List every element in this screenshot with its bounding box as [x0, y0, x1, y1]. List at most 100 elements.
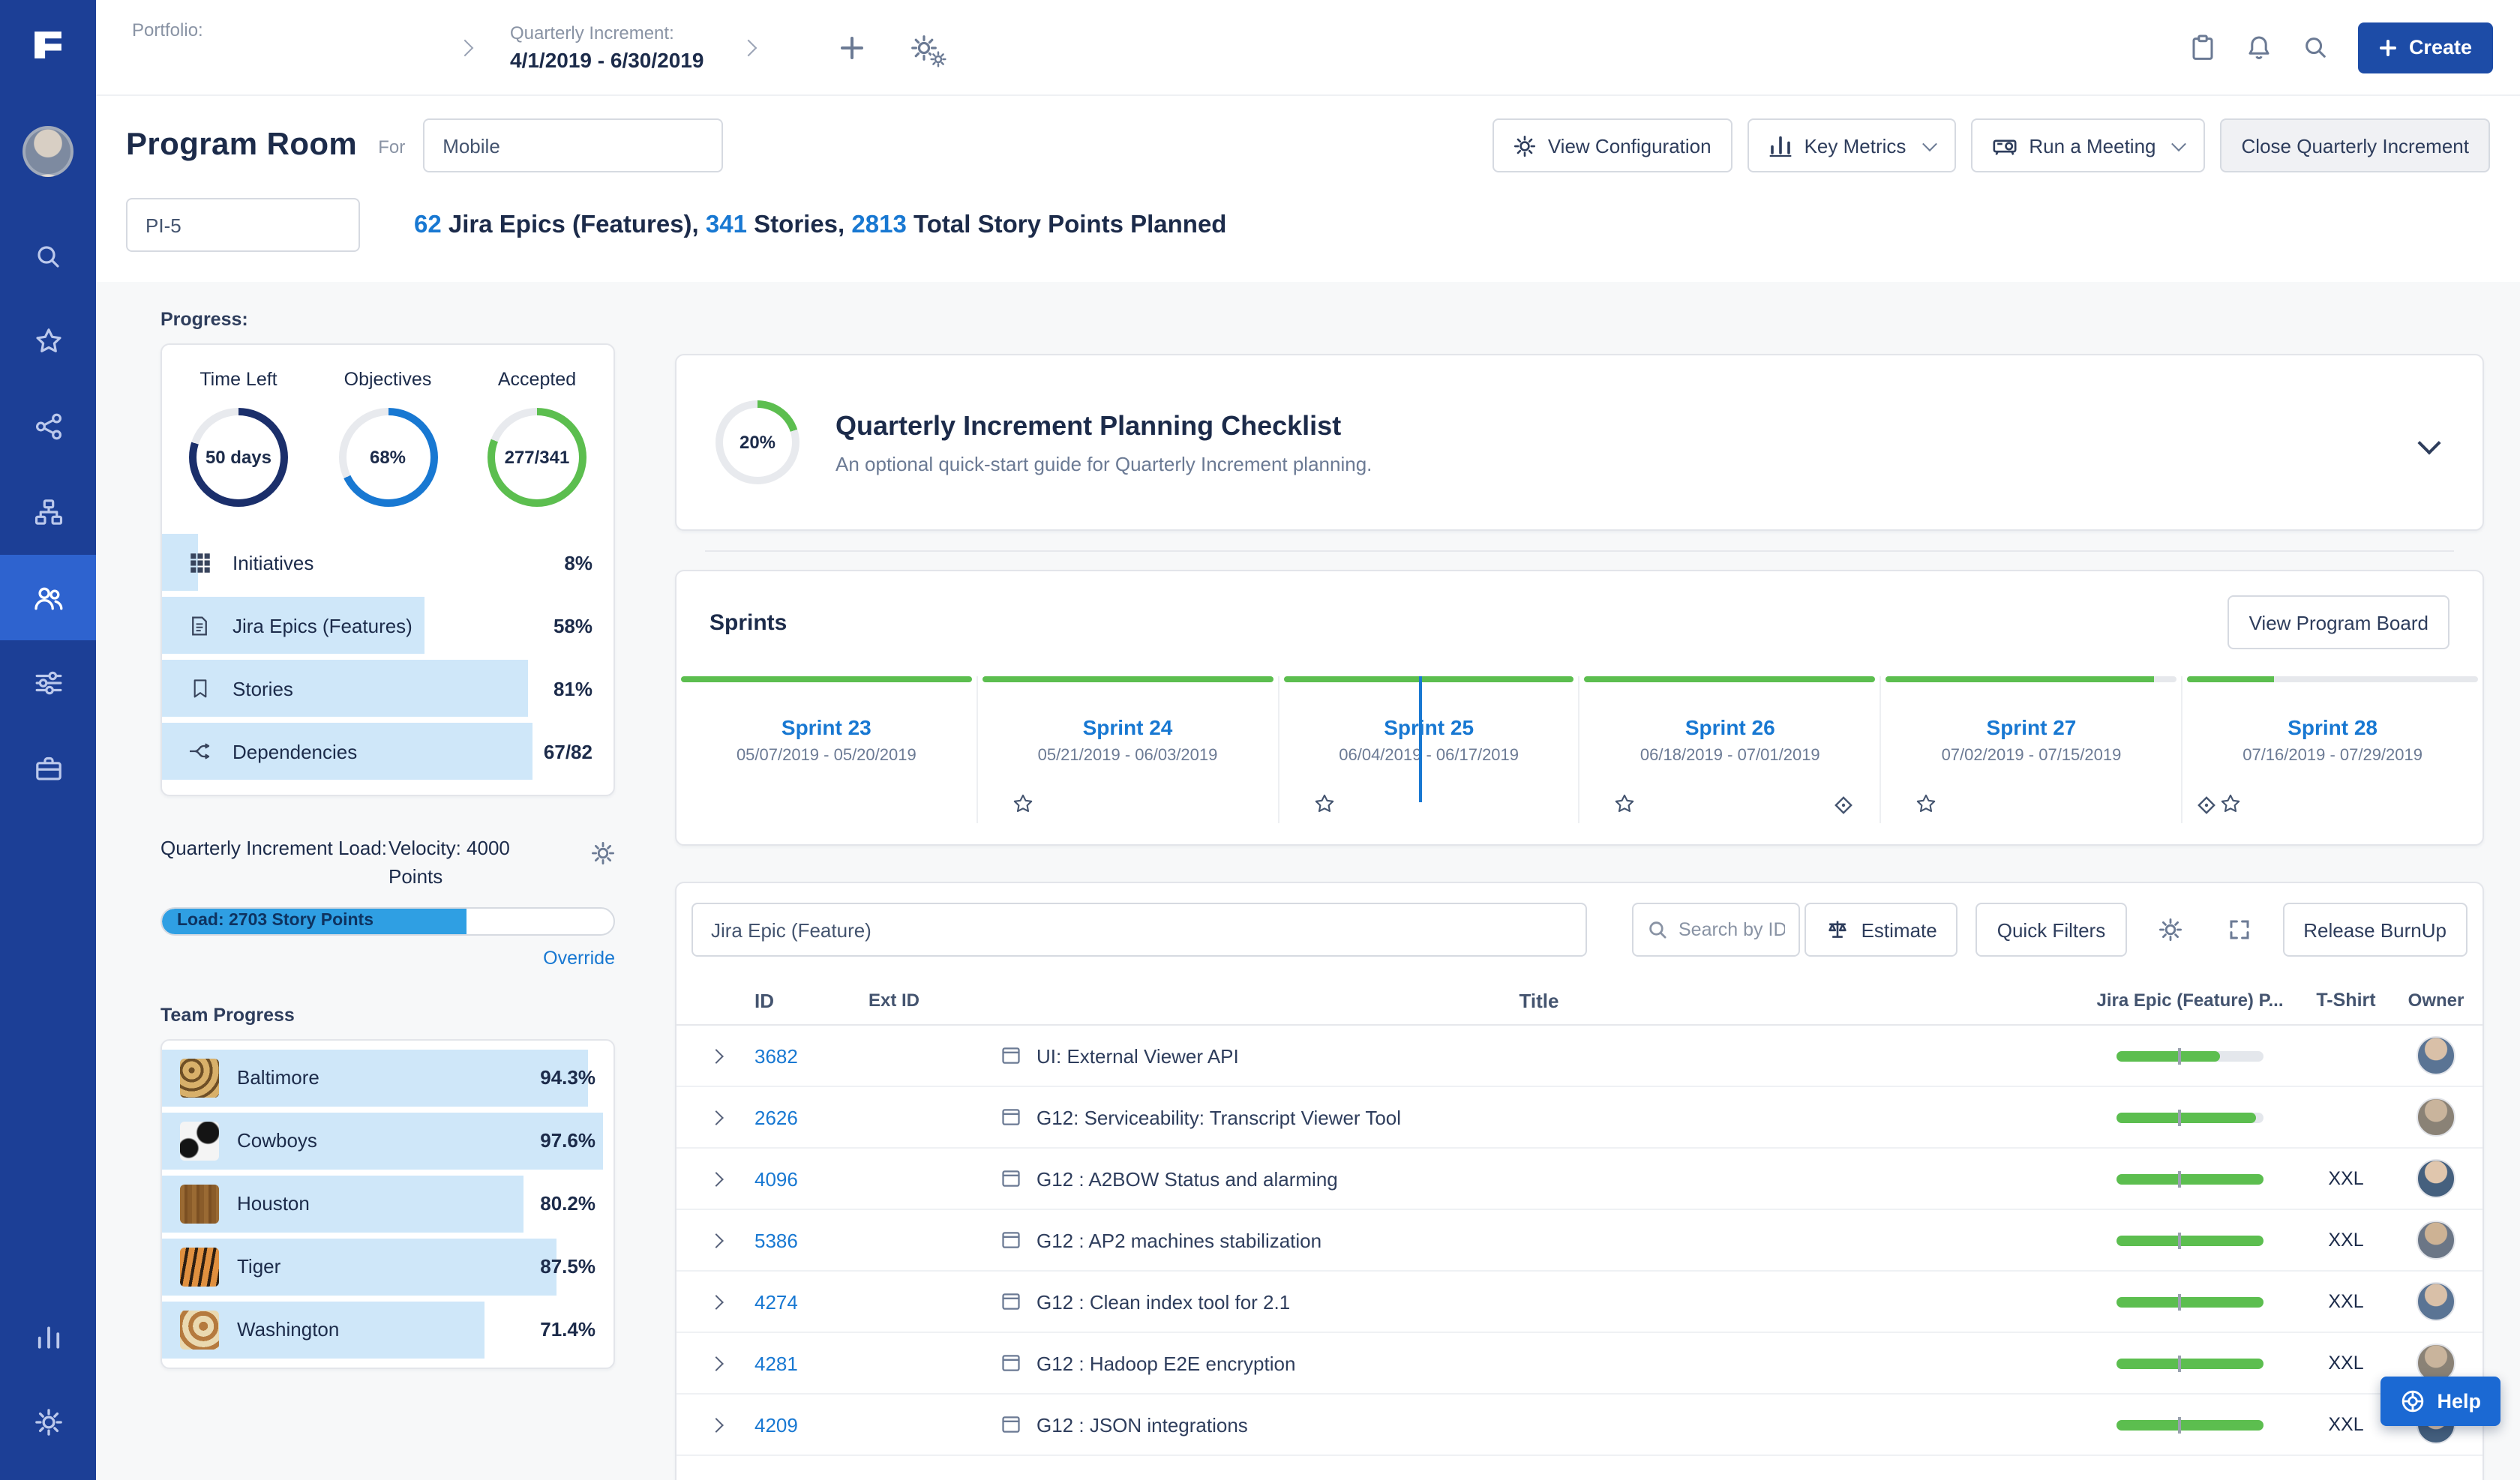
progress-tick-marker	[2178, 1416, 2182, 1433]
star-icon[interactable]	[1916, 793, 1937, 814]
planning-checklist-card[interactable]: 20% Quarterly Increment Planning Checkli…	[675, 354, 2484, 531]
create-button[interactable]: Create	[2357, 22, 2493, 73]
star-icon[interactable]	[1012, 793, 1034, 814]
close-quarterly-increment-button[interactable]: Close Quarterly Increment	[2220, 118, 2490, 172]
owner-avatar[interactable]	[2416, 1221, 2456, 1260]
star-icon[interactable]	[1615, 793, 1636, 814]
view-program-board-label: View Program Board	[2248, 611, 2428, 634]
program-selector[interactable]: Mobile	[423, 118, 724, 172]
sidebar-item-configure[interactable]	[0, 640, 96, 726]
planning-summary: 62 Jira Epics (Features), 341 Stories, 2…	[414, 211, 1226, 239]
star-icon[interactable]	[1313, 793, 1334, 814]
card-icon	[1000, 1045, 1022, 1066]
expand-chevron-icon[interactable]	[708, 1294, 723, 1309]
table-body: 3682 UI: External Viewer API 2626 G12: Serv…	[676, 1026, 2482, 1456]
epic-id-link[interactable]: 3682	[754, 1044, 868, 1067]
expand-chevron-icon[interactable]	[708, 1048, 723, 1063]
expand-chevron-icon[interactable]	[708, 1417, 723, 1432]
quarterly-increment-selector[interactable]: Quarterly Increment: 4/1/2019 - 6/30/201…	[510, 22, 704, 72]
progress-row[interactable]: Initiatives 8%	[162, 531, 614, 594]
progress-row[interactable]: Stories 81%	[162, 657, 614, 720]
table-settings-button[interactable]	[2144, 904, 2195, 955]
expand-chevron-icon[interactable]	[708, 1356, 723, 1371]
portfolio-selector[interactable]: Portfolio:	[132, 0, 420, 94]
owner-avatar[interactable]	[2416, 1282, 2456, 1321]
team-row[interactable]: Baltimore 94.3%	[162, 1046, 614, 1109]
sprint-column[interactable]: Sprint 25 06/04/2019 - 06/17/2019	[1279, 676, 1580, 823]
progress-row-label: Jira Epics (Features)	[232, 614, 412, 637]
view-program-board-button[interactable]: View Program Board	[2228, 595, 2450, 649]
table-row[interactable]: 3682 UI: External Viewer API	[676, 1026, 2482, 1087]
table-row[interactable]: 4281 G12 : Hadoop E2E encryption XXL	[676, 1333, 2482, 1395]
sprint-column[interactable]: Sprint 27 07/02/2019 - 07/15/2019	[1882, 676, 2183, 823]
quick-add-button[interactable]	[838, 34, 866, 61]
team-row[interactable]: Tiger 87.5%	[162, 1235, 614, 1298]
diamond-icon[interactable]	[2194, 793, 2218, 817]
sidebar-item-portfolio[interactable]	[0, 469, 96, 555]
quick-filters-button[interactable]: Quick Filters	[1976, 903, 2127, 957]
table-row[interactable]: 4274 G12 : Clean index tool for 2.1 XXL	[676, 1272, 2482, 1333]
estimate-button[interactable]: Estimate	[1804, 903, 1958, 957]
pi-selector[interactable]: PI-5	[126, 198, 360, 252]
release-burnup-button[interactable]: Release BurnUp	[2282, 903, 2468, 957]
epic-id-link[interactable]: 4281	[754, 1352, 868, 1374]
diamond-icon[interactable]	[1832, 793, 1856, 817]
sidebar-item-reports[interactable]	[0, 1294, 96, 1380]
item-type-select[interactable]: Jira Epic (Feature)	[692, 903, 1587, 957]
team-avatar	[180, 1247, 219, 1287]
sprint-column[interactable]: Sprint 28 07/16/2019 - 07/29/2019	[2182, 676, 2482, 823]
run-a-meeting-button[interactable]: Run a Meeting	[1970, 118, 2206, 172]
expand-chevron-icon[interactable]	[708, 1110, 723, 1125]
owner-avatar[interactable]	[2416, 1098, 2456, 1137]
sprint-column[interactable]: Sprint 23 05/07/2019 - 05/20/2019	[676, 676, 978, 823]
fullscreen-button[interactable]	[2213, 904, 2264, 955]
team-row-fill	[162, 1238, 557, 1296]
sprint-column[interactable]: Sprint 24 05/21/2019 - 06/03/2019	[978, 676, 1280, 823]
sidebar-item-strategy[interactable]	[0, 384, 96, 469]
sprint-progress-track	[2187, 676, 2478, 682]
sidebar-item-workspace[interactable]	[0, 726, 96, 811]
sidebar-item-favorites[interactable]	[0, 298, 96, 384]
sidebar-item-teams[interactable]	[0, 555, 96, 640]
progress-row[interactable]: Dependencies 67/82	[162, 720, 614, 783]
user-avatar[interactable]	[22, 126, 74, 177]
key-metrics-button[interactable]: Key Metrics	[1747, 118, 1956, 172]
chevron-down-icon[interactable]	[2417, 430, 2441, 454]
team-row[interactable]: Washington 71.4%	[162, 1298, 614, 1361]
team-row[interactable]: Cowboys 97.6%	[162, 1109, 614, 1172]
owner-avatar[interactable]	[2416, 1036, 2456, 1075]
table-row[interactable]: 4096 G12 : A2BOW Status and alarming XXL	[676, 1149, 2482, 1210]
epic-id-link[interactable]: 2626	[754, 1106, 868, 1128]
epic-id-link[interactable]: 4096	[754, 1167, 868, 1190]
epic-id-link[interactable]: 4209	[754, 1413, 868, 1436]
epic-id-link[interactable]: 5386	[754, 1229, 868, 1251]
sidebar-item-admin[interactable]	[0, 1380, 96, 1465]
epic-progress-bar	[2116, 1109, 2264, 1125]
sprint-column[interactable]: Sprint 26 06/18/2019 - 07/01/2019	[1580, 676, 1882, 823]
help-button[interactable]: Help	[2380, 1377, 2500, 1426]
table-toolbar-right: Estimate Quick Filters Release BurnUp	[1804, 903, 2468, 957]
expand-chevron-icon[interactable]	[708, 1171, 723, 1186]
notifications-button[interactable]	[2246, 34, 2272, 61]
view-configuration-button[interactable]: View Configuration	[1492, 118, 1732, 172]
override-link[interactable]: Override	[543, 947, 615, 968]
content-area: Progress: Time Left 50 days Objectives 6…	[96, 282, 2520, 1480]
table-row[interactable]: 5386 G12 : AP2 machines stabilization XXL	[676, 1210, 2482, 1272]
star-icon[interactable]	[2220, 793, 2241, 814]
velocity-settings-gear-icon[interactable]	[591, 841, 615, 865]
sprint-progress-track	[1283, 676, 1574, 682]
table-search-input[interactable]	[1678, 919, 1785, 940]
team-row[interactable]: Houston 80.2%	[162, 1172, 614, 1235]
release-notes-button[interactable]	[2190, 34, 2216, 61]
epic-tshirt-size: XXL	[2328, 1230, 2364, 1251]
admin-gears-button[interactable]	[910, 34, 947, 67]
table-row[interactable]: 4209 G12 : JSON integrations XXL	[676, 1395, 2482, 1456]
expand-chevron-icon[interactable]	[708, 1233, 723, 1248]
epic-id-link[interactable]: 4274	[754, 1290, 868, 1313]
sidebar-item-search[interactable]	[0, 213, 96, 298]
owner-avatar[interactable]	[2416, 1159, 2456, 1198]
global-search-button[interactable]	[2302, 34, 2328, 60]
table-row[interactable]: 2626 G12: Serviceability: Transcript View…	[676, 1087, 2482, 1149]
jira-align-logo[interactable]	[0, 0, 96, 90]
progress-row[interactable]: Jira Epics (Features) 58%	[162, 594, 614, 657]
